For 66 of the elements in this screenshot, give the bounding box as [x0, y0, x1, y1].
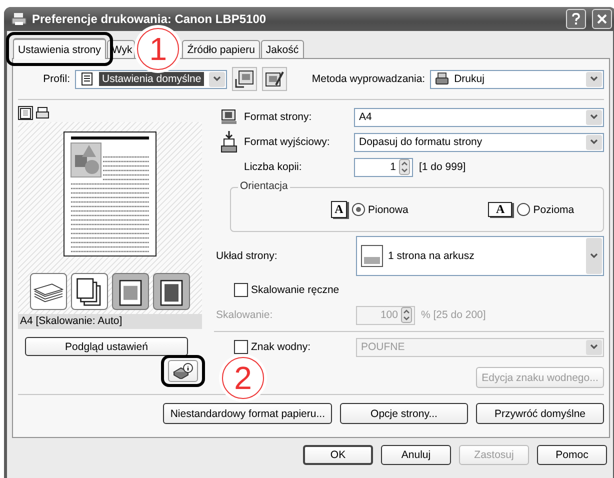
page-view-button[interactable]	[18, 106, 33, 120]
page-size-label: Format strony:	[244, 111, 313, 123]
callout-number: 1	[137, 28, 180, 70]
add-profile-button[interactable]	[232, 67, 258, 91]
dialog-button[interactable]: Pomoc	[537, 445, 607, 465]
page-layout-label: Układ strony:	[215, 250, 278, 262]
print-mode-button[interactable]	[71, 273, 108, 310]
radio-button[interactable]	[352, 203, 365, 216]
dialog-button[interactable]: Anuluj	[381, 445, 451, 465]
close-button[interactable]	[592, 9, 612, 29]
dialog-button[interactable]: OK	[303, 445, 373, 465]
output-method-dropdown[interactable]: Drukuj	[430, 70, 604, 88]
callout-number: 2	[222, 357, 264, 399]
page-layout-icon	[361, 245, 383, 267]
printer-info-icon	[172, 363, 194, 379]
printer-icon	[36, 107, 49, 119]
printer-icon	[11, 11, 27, 27]
output-size-dropdown[interactable]: Dopasuj do formatu strony	[354, 132, 604, 152]
preview-caption: A4 [Skalowanie: Auto]	[18, 314, 202, 329]
checkbox[interactable]	[234, 283, 248, 297]
copies-range: [1 do 999]	[419, 161, 466, 173]
scaling-label: Skalowanie:	[215, 309, 274, 321]
output-size-label: Format wyjściowy:	[244, 136, 331, 148]
print-mode-button[interactable]	[30, 273, 67, 310]
printer-info-button[interactable]	[168, 360, 198, 382]
custom-paper-size-button[interactable]: Niestandardowy format papieru...	[163, 403, 332, 424]
page-options-button[interactable]: Opcje strony...	[340, 403, 468, 424]
edit-profile-button[interactable]	[262, 67, 287, 91]
question-mark-icon	[571, 13, 581, 25]
page-size-dropdown[interactable]: A4	[354, 108, 604, 126]
monitor-icon	[221, 109, 237, 125]
button-highlight-frame	[161, 355, 205, 387]
close-icon	[597, 14, 607, 24]
manual-scaling-label: Skalowanie ręczne	[251, 284, 340, 296]
printer-view-button[interactable]	[35, 106, 50, 120]
print-mode-button[interactable]	[112, 273, 149, 310]
document-add-icon	[234, 69, 256, 89]
orientation-legend: Orientacja	[238, 180, 290, 192]
preview-settings-button[interactable]: Podgląd ustawień	[25, 337, 188, 356]
page-icon	[20, 108, 31, 118]
profile-label: Profil:	[42, 73, 70, 85]
restore-defaults-button[interactable]: Przywróć domyślne	[476, 403, 604, 424]
tab[interactable]: Ustawienia strony	[13, 38, 106, 59]
output-method-label: Metoda wyprowadzania:	[312, 73, 426, 85]
scaling-range: % [25 do 200]	[421, 309, 486, 321]
spinner-arrows-icon	[399, 159, 410, 175]
window-title: Preferencje drukowania: Canon LBP5100	[32, 12, 266, 26]
orientation-icon: A	[331, 201, 347, 218]
radio-label: Pionowa	[368, 204, 408, 216]
printer-icon	[435, 72, 450, 86]
copies-spinner[interactable]: 1	[354, 158, 413, 176]
orientation-icon: A	[488, 202, 512, 217]
watermark-label: Znak wodny:	[251, 341, 311, 353]
print-mode-button[interactable]	[153, 273, 190, 310]
radio-button[interactable]	[517, 203, 530, 216]
document-icon	[80, 72, 94, 86]
copies-label: Liczba kopii:	[244, 161, 303, 173]
tab[interactable]: Źródło papieru	[182, 40, 260, 58]
help-button[interactable]	[566, 9, 586, 29]
printer-page-icon	[221, 131, 237, 153]
tab[interactable]: Jakość	[260, 40, 304, 58]
radio-label: Pozioma	[533, 204, 574, 216]
document-edit-icon	[263, 69, 286, 89]
page-layout-dropdown[interactable]: 1 strona na arkusz	[356, 236, 604, 276]
spinner-arrows-icon	[401, 307, 412, 323]
profile-dropdown[interactable]: Ustawienia domyślne	[75, 70, 228, 88]
